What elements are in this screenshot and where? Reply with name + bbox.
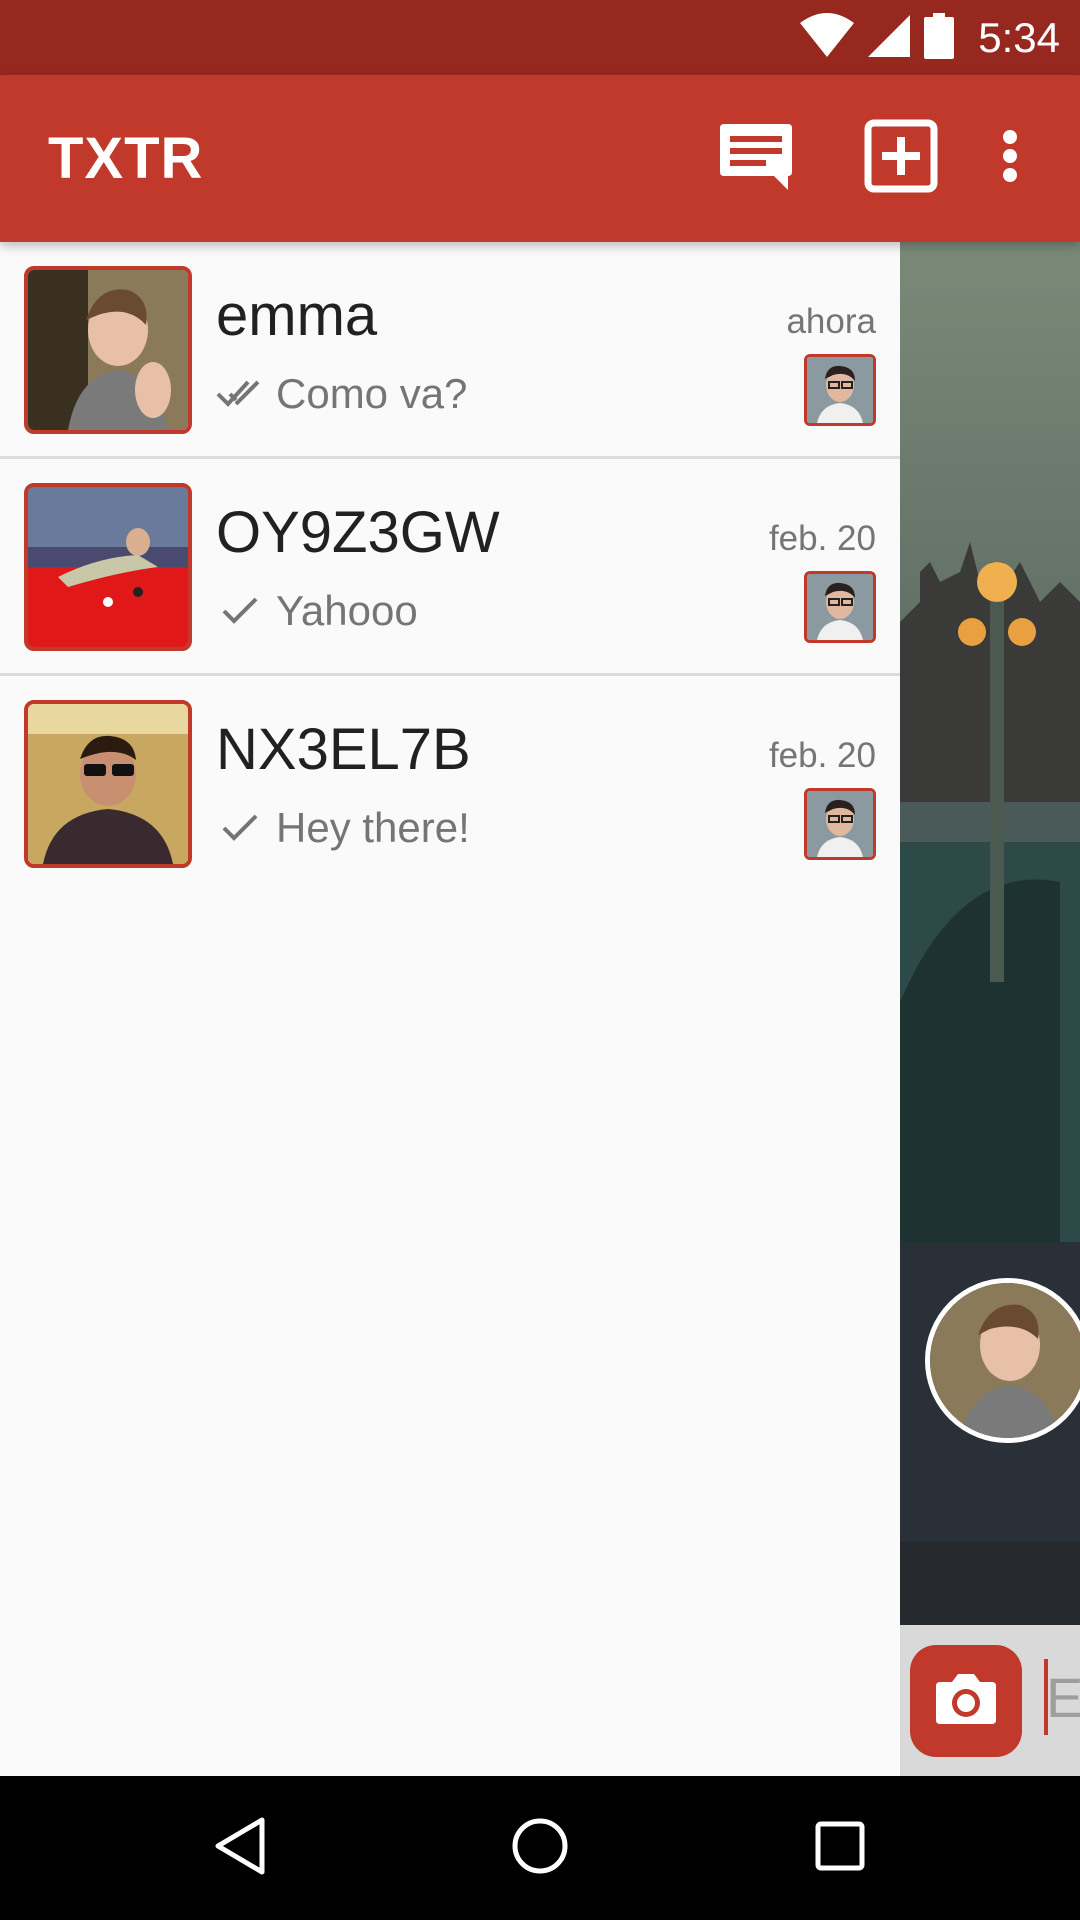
last-message-text: Como va? <box>276 370 468 417</box>
sender-avatar <box>804 571 876 643</box>
last-message-text: Hey there! <box>276 804 470 851</box>
last-message: Hey there! <box>216 804 470 852</box>
more-vert-icon <box>1002 129 1018 188</box>
chat-background-image <box>900 242 1080 1776</box>
sender-avatar <box>804 354 876 426</box>
conversation-row-oy9z3gw[interactable]: OY9Z3GW Yahooo feb. 20 <box>0 459 900 676</box>
contact-avatar <box>24 266 192 434</box>
contact-name: emma <box>216 283 378 348</box>
status-icons: 5:34 <box>800 10 1060 66</box>
recent-apps-button[interactable] <box>770 1776 910 1920</box>
home-button[interactable] <box>470 1776 610 1920</box>
conversation-row-emma[interactable]: emma Como va? ahora <box>0 242 900 459</box>
message-time: ahora <box>786 302 876 341</box>
app-title: TXTR <box>48 126 204 191</box>
add-button[interactable] <box>858 75 944 242</box>
contact-avatar <box>24 483 192 651</box>
wifi-icon <box>800 12 855 64</box>
conversation-list: emma Como va? ahora OY9Z3GW Yahooo feb. … <box>0 242 900 1776</box>
recent-apps-icon <box>814 1820 866 1877</box>
sender-avatar <box>804 788 876 860</box>
status-bar: 5:34 <box>0 0 1080 75</box>
contact-name: NX3EL7B <box>216 717 471 782</box>
back-button[interactable] <box>170 1776 310 1920</box>
app-bar: TXTR <box>0 75 1080 242</box>
battery-icon <box>924 12 955 64</box>
status-time: 5:34 <box>978 14 1060 61</box>
message-input[interactable]: E <box>1046 1665 1080 1730</box>
check-icon <box>216 804 270 852</box>
home-icon <box>510 1816 570 1881</box>
last-message-text: Yahooo <box>276 587 418 634</box>
new-chat-button[interactable] <box>712 75 800 242</box>
contact-avatar <box>24 700 192 868</box>
contact-name: OY9Z3GW <box>216 500 500 565</box>
camera-icon <box>934 1672 998 1731</box>
chat-contact-avatar[interactable] <box>925 1278 1080 1443</box>
back-icon <box>212 1816 268 1881</box>
message-time: feb. 20 <box>768 736 876 775</box>
chat-compose-bar: E <box>900 1625 1080 1776</box>
add-box-icon <box>864 119 938 198</box>
check-icon <box>216 587 270 635</box>
navigation-bar <box>0 1776 1080 1920</box>
chat-icon <box>718 120 794 197</box>
overflow-menu-button[interactable] <box>980 75 1040 242</box>
message-time: feb. 20 <box>768 519 876 558</box>
cell-signal-icon <box>868 14 911 62</box>
last-message: Como va? <box>216 370 467 418</box>
double-check-icon <box>216 370 270 418</box>
camera-button[interactable] <box>910 1645 1022 1757</box>
last-message: Yahooo <box>216 587 418 635</box>
conversation-row-nx3el7b[interactable]: NX3EL7B Hey there! feb. 20 <box>0 676 900 893</box>
